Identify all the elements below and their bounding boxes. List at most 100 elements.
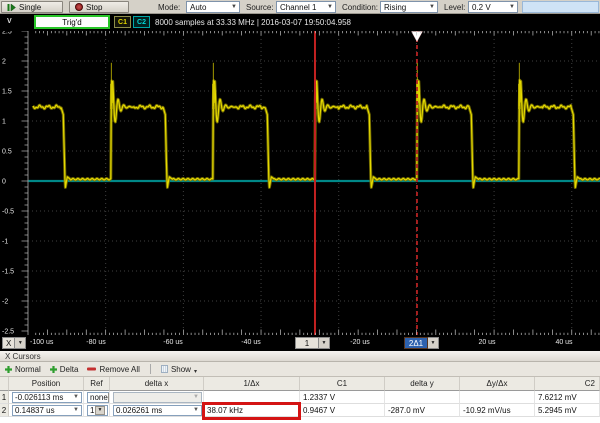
col-header-delta-y: delta y bbox=[385, 377, 460, 391]
col-header-position: Position bbox=[9, 377, 84, 391]
level-value: 0.2 V bbox=[472, 3, 491, 12]
add-delta-label: Delta bbox=[60, 365, 79, 374]
chevron-down-icon: ▼ bbox=[73, 394, 79, 400]
stop-button[interactable]: Stop bbox=[69, 1, 129, 13]
x-axis-bar: X ▼ -100 us -80 us -60 us -40 us -20 us … bbox=[0, 335, 600, 351]
x-axis-label: -20 us bbox=[350, 339, 369, 346]
col-header-c1: C1 bbox=[300, 377, 385, 391]
condition-label: Condition: bbox=[342, 3, 378, 12]
panel-title: X Cursors bbox=[0, 351, 600, 362]
cursor-1-flag-label: 1 bbox=[295, 337, 319, 349]
cursor-1-dy-dx bbox=[460, 391, 535, 404]
x-axis-label: -40 us bbox=[241, 339, 260, 346]
cursor-toolbar: Normal Delta Remove All Show bbox=[0, 362, 600, 377]
columns-icon bbox=[161, 365, 168, 373]
channel-1-button[interactable]: C1 bbox=[114, 16, 131, 28]
show-menu-button[interactable]: Show ▾ bbox=[161, 365, 197, 374]
cursor-2-position-value: 0.14837 us bbox=[15, 406, 55, 415]
show-label: Show bbox=[171, 365, 191, 374]
plus-icon bbox=[50, 366, 57, 373]
cursor-2-flag-label: 2Δ1 bbox=[404, 337, 428, 349]
table-row: 0.026261 ms ▼ bbox=[110, 404, 204, 417]
stop-icon bbox=[75, 3, 83, 11]
table-row: none ▼ bbox=[84, 391, 110, 404]
y-axis-label: -0.5 bbox=[2, 209, 14, 216]
x-axis-unit-select[interactable]: X ▼ bbox=[2, 337, 26, 349]
table-row: -0.026113 ms ▼ bbox=[9, 391, 84, 404]
col-header bbox=[0, 377, 9, 391]
level-label: Level: bbox=[444, 3, 465, 12]
x-axis-unit-value: X bbox=[2, 337, 15, 349]
condition-value: Rising bbox=[384, 3, 406, 12]
table-row: ▼ bbox=[110, 391, 204, 404]
y-axis-label: 0.5 bbox=[2, 149, 12, 156]
cursor-1-inv-delta-x bbox=[204, 391, 300, 404]
chevron-down-icon: ▼ bbox=[193, 394, 199, 400]
add-normal-label: Normal bbox=[15, 365, 41, 374]
remove-all-label: Remove All bbox=[99, 365, 139, 374]
cursor-2-ref-select[interactable]: 1 ▼ bbox=[87, 405, 108, 416]
cursor-1-flag[interactable]: 1 ▼ bbox=[295, 337, 330, 349]
level-select[interactable]: 0.2 V ▼ bbox=[468, 1, 518, 13]
chevron-down-icon: ▼ bbox=[95, 406, 105, 415]
cursor-2-c2-value: 5.2945 mV bbox=[535, 404, 600, 417]
cursor-table: Position Ref delta x 1/Δx C1 delta y Δy/… bbox=[0, 377, 600, 417]
cursor-1-delta-y bbox=[385, 391, 460, 404]
col-header-inv-delta-x: 1/Δx bbox=[204, 377, 300, 391]
single-button[interactable]: Single bbox=[1, 1, 63, 13]
mode-label: Mode: bbox=[158, 3, 180, 12]
scope-plot[interactable]: 2.521.510.50-0.5-1-1.5-2-2.5 bbox=[0, 31, 600, 335]
cursor-2-position-select[interactable]: 0.14837 us ▼ bbox=[12, 405, 82, 416]
toolbar-separator bbox=[150, 364, 151, 374]
cursor-1-position-select[interactable]: -0.026113 ms ▼ bbox=[12, 392, 82, 403]
table-row: 1 ▼ bbox=[84, 404, 110, 417]
x-axis-label: -60 us bbox=[163, 339, 182, 346]
chevron-down-icon: ▼ bbox=[193, 407, 199, 413]
plot-background bbox=[0, 31, 600, 335]
y-axis-label: -1.5 bbox=[2, 269, 14, 276]
y-axis-label: 2.5 bbox=[2, 31, 12, 36]
cursor-2-dy-dx: -10.92 mV/us bbox=[460, 404, 535, 417]
trigger-status-badge: Trig'd bbox=[34, 15, 110, 29]
cursor-2-c1-value: 0.9467 V bbox=[300, 404, 385, 417]
source-label: Source: bbox=[246, 3, 274, 12]
y-axis-label: 2 bbox=[2, 59, 6, 66]
mode-select[interactable]: Auto ▼ bbox=[186, 1, 240, 13]
chevron-down-icon: ▼ bbox=[319, 337, 330, 349]
plus-icon bbox=[5, 366, 12, 373]
x-cursors-panel: X Cursors Normal Delta Remove All bbox=[0, 351, 600, 423]
channel-2-button[interactable]: C2 bbox=[133, 16, 150, 28]
y-axis-label: -2 bbox=[2, 299, 8, 306]
stop-button-label: Stop bbox=[86, 3, 102, 12]
y-axis-label: 1.5 bbox=[2, 89, 12, 96]
add-delta-cursor-button[interactable]: Delta bbox=[50, 365, 79, 374]
single-button-label: Single bbox=[19, 3, 41, 12]
cursor-2-inv-delta-x: 38.07 kHz bbox=[204, 404, 300, 417]
oscilloscope-app: Single Stop Mode: Auto ▼ Source: Channel… bbox=[0, 0, 600, 423]
col-header-delta-x: delta x bbox=[110, 377, 204, 391]
cursor-2-ref-value: 1 bbox=[90, 406, 94, 415]
cursor-1-ref-select[interactable]: none ▼ bbox=[87, 392, 110, 403]
chevron-down-icon: ▼ bbox=[429, 4, 435, 10]
cursor-1-c2-value: 7.6212 mV bbox=[535, 391, 600, 404]
remove-all-button[interactable]: Remove All bbox=[87, 365, 139, 374]
cursor-2-delta-x-select[interactable]: 0.026261 ms ▼ bbox=[113, 405, 202, 416]
minus-icon bbox=[87, 367, 96, 371]
cursor-1-position-value: -0.026113 ms bbox=[15, 393, 63, 402]
level-extra-field[interactable] bbox=[522, 1, 599, 13]
col-header-dy-dx: Δy/Δx bbox=[460, 377, 535, 391]
chevron-down-icon: ▼ bbox=[327, 4, 333, 10]
chevron-down-icon: ▼ bbox=[73, 407, 79, 413]
condition-select[interactable]: Rising ▼ bbox=[380, 1, 438, 13]
status-bar: V Trig'd C1 C2 8000 samples at 33.33 MHz… bbox=[0, 14, 600, 31]
chevron-down-icon: ▼ bbox=[15, 337, 26, 349]
col-header-c2: C2 bbox=[535, 377, 600, 391]
source-select[interactable]: Channel 1 ▼ bbox=[276, 1, 336, 13]
col-header-ref: Ref bbox=[84, 377, 110, 391]
y-axis-label: -1 bbox=[2, 239, 8, 246]
cursor-2-flag[interactable]: 2Δ1 ▼ bbox=[404, 337, 439, 349]
cursor-1-c1-value: 1.2337 V bbox=[300, 391, 385, 404]
cursor-2-delta-x-value: 0.026261 ms bbox=[116, 406, 162, 415]
add-normal-cursor-button[interactable]: Normal bbox=[5, 365, 41, 374]
row-number: 2 bbox=[0, 404, 9, 417]
